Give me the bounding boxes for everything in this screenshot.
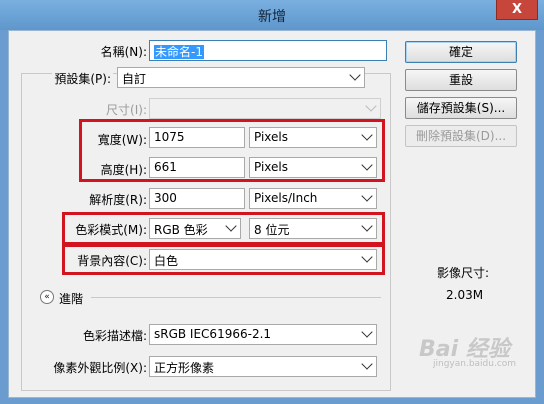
chevron-down-icon [361, 326, 373, 338]
title-bar: 新增 X [0, 0, 544, 30]
window-title: 新增 [258, 9, 286, 25]
resolution-unit-select[interactable]: Pixels/Inch [249, 188, 377, 209]
close-button[interactable]: X [496, 0, 538, 20]
highlight-dimensions-box [79, 119, 385, 182]
size-select[interactable] [149, 98, 381, 119]
pixel-aspect-select[interactable]: 正方形像素 [149, 356, 377, 377]
chevron-down-icon [349, 69, 361, 81]
image-size-label: 影像尺寸: [437, 266, 490, 280]
highlight-color-mode-box [62, 212, 385, 245]
color-profile-label: 色彩描述檔: [82, 329, 147, 343]
baidu-watermark-url: jingyan.baidu.com [433, 359, 517, 369]
preset-value: 自訂 [122, 72, 147, 86]
size-label: 尺寸(I): [106, 103, 147, 117]
save-preset-button[interactable]: 儲存預設集(S)... [405, 97, 517, 119]
pixel-aspect-value: 正方形像素 [154, 361, 215, 375]
name-label: 名稱(N): [100, 45, 147, 59]
resolution-label: 解析度(R): [89, 193, 147, 207]
resolution-value: 300 [154, 191, 177, 205]
image-size-value: 2.03M [446, 288, 484, 302]
name-value: 未命名-1 [154, 45, 204, 59]
preset-label: 預設集(P): [52, 70, 113, 87]
resolution-input[interactable]: 300 [149, 188, 245, 209]
color-profile-select[interactable]: sRGB IEC61966-2.1 [149, 324, 377, 345]
reset-button[interactable]: 重設 [405, 69, 517, 91]
new-document-dialog: 名稱(N): 未命名-1 預設集(P): 自訂 尺寸(I): 寬度(W): 10… [8, 30, 536, 398]
resolution-unit-value: Pixels/Inch [254, 191, 318, 205]
chevron-down-icon [361, 190, 373, 202]
color-profile-value: sRGB IEC61966-2.1 [154, 327, 272, 341]
preset-select[interactable]: 自訂 [117, 67, 365, 88]
highlight-background-box [62, 244, 385, 275]
close-icon: X [511, 2, 523, 17]
chevron-down-icon [361, 358, 373, 370]
collapse-advanced-icon[interactable]: « [40, 290, 54, 304]
advanced-divider [91, 297, 381, 298]
chevron-down-icon [365, 100, 377, 112]
delete-preset-button[interactable]: 刪除預設集(D)... [405, 125, 517, 147]
advanced-label[interactable]: 進階 [59, 290, 83, 307]
name-input[interactable]: 未命名-1 [149, 40, 387, 61]
ok-button[interactable]: 確定 [405, 41, 517, 63]
pixel-aspect-label: 像素外觀比例(X): [53, 361, 147, 375]
